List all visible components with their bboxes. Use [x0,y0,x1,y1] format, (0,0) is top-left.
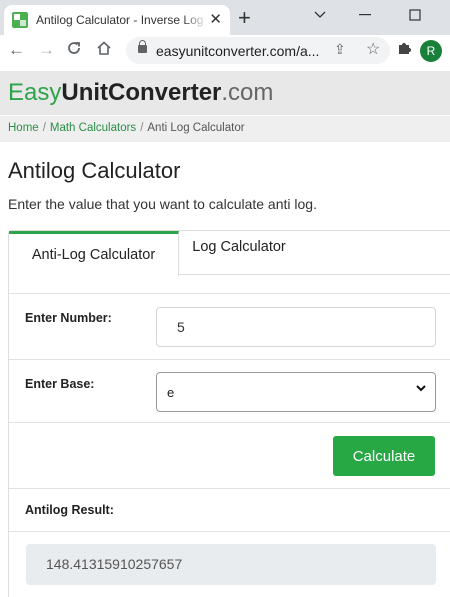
divider [9,531,450,532]
arrow-right-icon[interactable]: → [38,38,55,62]
breadcrumb-current: Anti Log Calculator [147,122,245,134]
tab-anti-log-calculator[interactable]: Anti-Log Calculator [9,231,179,276]
profile-avatar[interactable]: R [420,40,442,62]
base-select[interactable]: e [156,372,436,412]
breadcrumb-category-link[interactable]: Math Calculators [50,122,136,134]
reload-icon[interactable] [66,39,82,63]
result-label: Antilog Result: [25,503,114,517]
divider [9,359,450,360]
divider [9,422,450,423]
site-header: EasyUnitConverter.com [0,71,450,115]
breadcrumb: Home / Math Calculators / Anti Log Calculato… [0,116,450,142]
tab-search-icon[interactable] [300,0,340,30]
breadcrumb-home-link[interactable]: Home [8,122,39,134]
breadcrumb-separator: / [42,122,46,134]
base-label: Enter Base: [25,377,95,391]
browser-tab[interactable]: Antilog Calculator - Inverse Log Calcula… [4,5,230,35]
calculate-button[interactable]: Calculate [333,436,435,476]
site-favicon-icon [12,12,28,28]
maximize-icon[interactable] [395,0,435,30]
breadcrumb-separator: / [140,122,144,134]
chevron-down-icon [415,382,427,394]
home-icon[interactable] [96,39,112,63]
minimize-icon[interactable] [345,0,385,30]
new-tab-icon[interactable]: + [238,7,251,29]
calculator-tabs: Anti-Log Calculator Log Calculator [9,231,450,276]
puzzle-icon[interactable] [396,40,412,61]
star-icon[interactable]: ☆ [366,39,380,59]
lock-icon[interactable] [138,40,147,53]
result-output: 148.41315910257657 [26,544,436,585]
browser-tab-title: Antilog Calculator - Inverse Log Calcula… [36,13,208,27]
number-input[interactable]: 5 [156,307,436,347]
browser-tab-strip: Antilog Calculator - Inverse Log Calcula… [0,0,450,35]
number-label: Enter Number: [25,311,112,325]
base-select-value: e [167,385,175,400]
divider [9,488,450,489]
calculator-card: Anti-Log Calculator Log Calculator Enter… [8,230,450,597]
browser-toolbar: ← → easyunitconverter.com/a... ⇪ ☆ R [0,35,450,65]
tab-log-calculator[interactable]: Log Calculator [179,225,299,269]
arrow-left-icon[interactable]: ← [8,38,25,62]
divider [9,293,450,294]
url-text: easyunitconverter.com/a... [156,43,320,59]
close-tab-icon[interactable]: ✕ [209,11,222,29]
site-logo[interactable]: EasyUnitConverter.com [8,79,273,107]
address-bar[interactable]: easyunitconverter.com/a... ⇪ ☆ [126,37,390,64]
page-title: Antilog Calculator [8,158,181,183]
page-description: Enter the value that you want to calcula… [8,196,317,212]
share-icon[interactable]: ⇪ [334,41,346,58]
